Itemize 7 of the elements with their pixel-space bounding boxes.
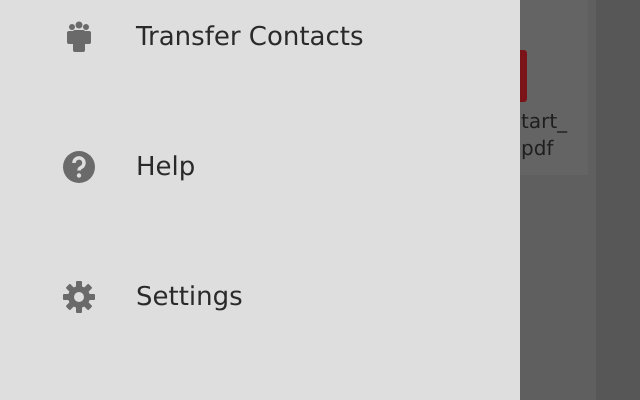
- menu-item[interactable]: Transfer Contacts: [136, 22, 364, 52]
- help-icon: [63, 151, 95, 183]
- settings-icon: [63, 281, 95, 313]
- document-icon: [520, 50, 527, 102]
- menu-item[interactable]: Settings: [136, 282, 243, 312]
- menu-item[interactable]: Help: [136, 152, 196, 182]
- file-name: tart_ pdf: [521, 108, 568, 162]
